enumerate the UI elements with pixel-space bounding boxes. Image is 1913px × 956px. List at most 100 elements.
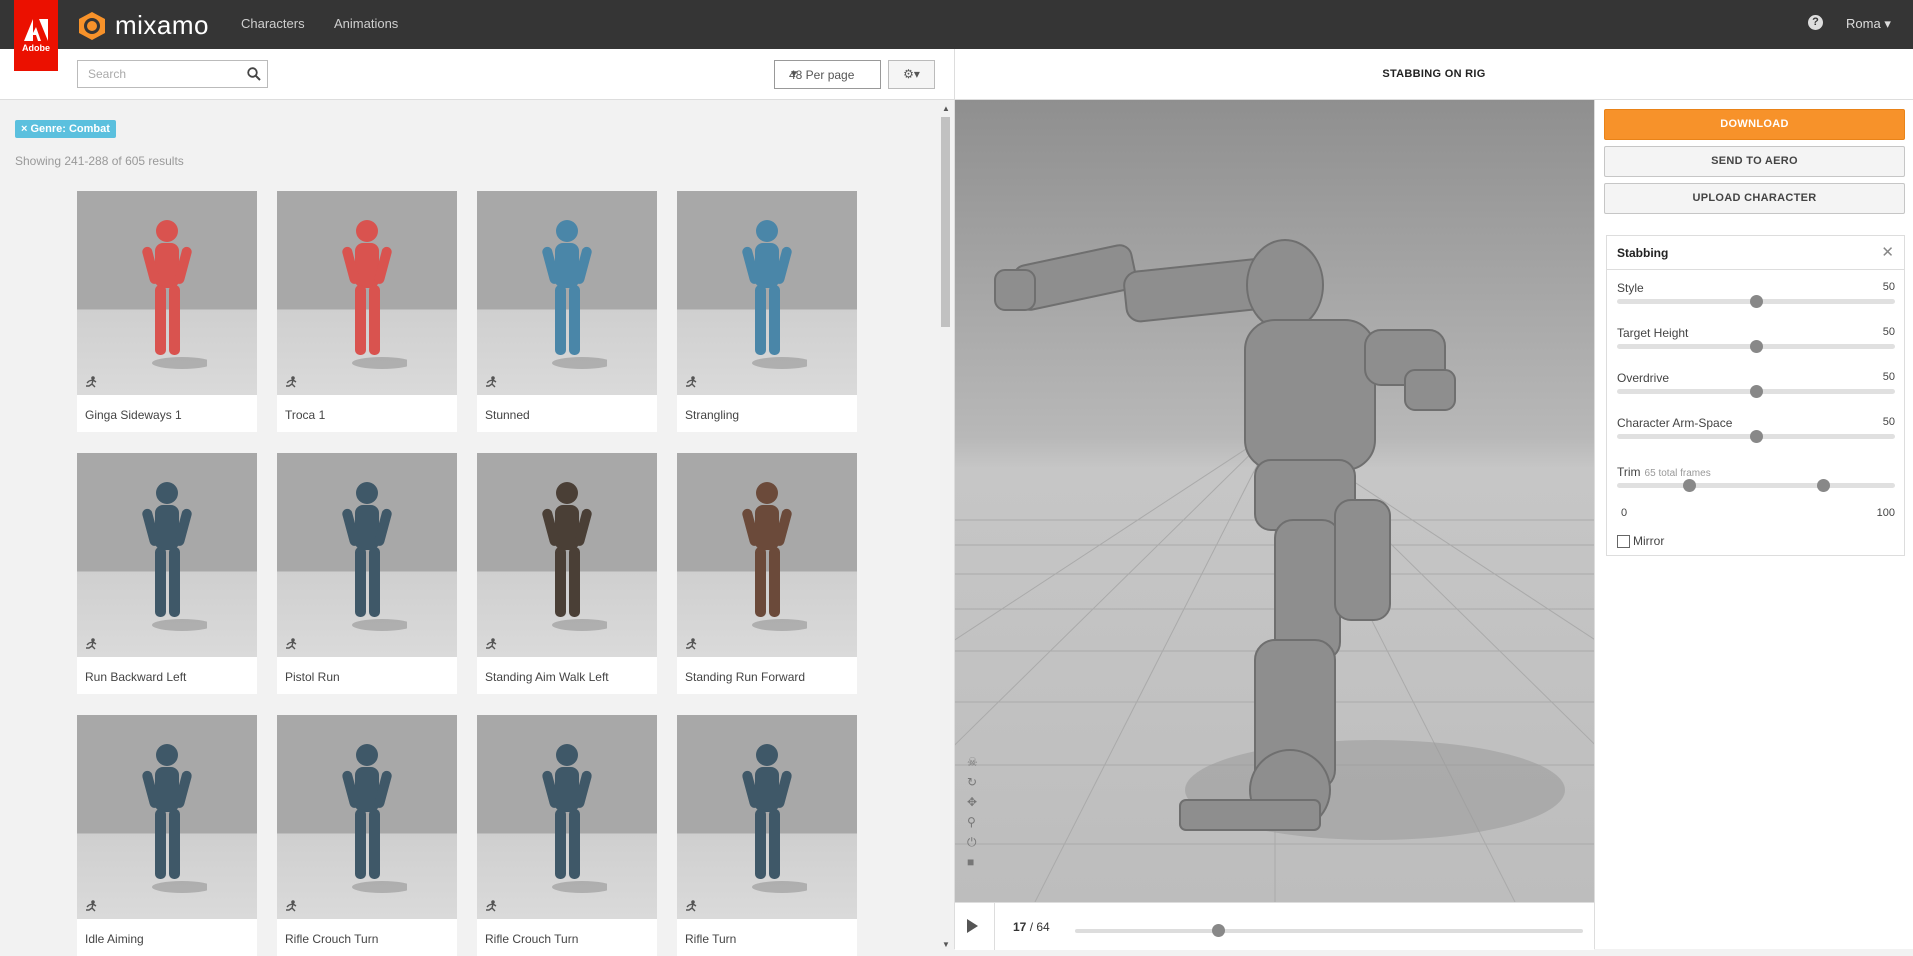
frame-total: / 64 — [1029, 920, 1050, 934]
nav-characters[interactable]: Characters — [241, 16, 305, 31]
animation-card[interactable]: Strangling — [677, 191, 857, 432]
help-icon[interactable]: ? — [1808, 15, 1823, 30]
brand[interactable]: mixamo — [77, 10, 209, 41]
animation-thumbnail[interactable] — [77, 715, 257, 919]
slider-handle[interactable] — [1750, 295, 1763, 308]
skull-icon[interactable]: ☠ — [967, 756, 978, 769]
running-man-icon — [486, 638, 497, 650]
animation-card[interactable]: Rifle Crouch Turn — [477, 715, 657, 956]
trim-end-handle[interactable] — [1816, 479, 1830, 492]
search-input[interactable] — [86, 66, 240, 82]
running-man-icon — [486, 376, 497, 388]
slider-handle[interactable] — [1750, 340, 1763, 353]
animation-name: Rifle Crouch Turn — [485, 932, 579, 946]
3d-viewport[interactable]: ☠ ↻ ✥ ⚲ ⏻ ■ — [955, 100, 1594, 902]
animation-card[interactable]: Standing Run Forward — [677, 453, 857, 694]
timeline-track[interactable] — [1075, 924, 1583, 937]
scrollbar-thumb[interactable] — [941, 117, 950, 327]
character-figure-icon — [742, 744, 807, 893]
running-man-icon — [686, 900, 697, 912]
running-man-icon — [286, 376, 297, 388]
animation-name: Rifle Turn — [685, 932, 737, 946]
params-header: Stabbing ✕ — [1607, 236, 1904, 270]
slider-handle[interactable] — [1750, 430, 1763, 443]
send-to-aero-button[interactable]: SEND TO AERO — [1604, 146, 1905, 177]
animation-thumbnail[interactable] — [477, 191, 657, 395]
checkbox-box[interactable] — [1617, 534, 1630, 548]
animation-thumbnail[interactable] — [277, 191, 457, 395]
frame-counter: 17 / 64 — [1013, 920, 1050, 934]
scroll-up-icon[interactable]: ▲ — [942, 104, 950, 113]
param-slider[interactable] — [1617, 340, 1895, 353]
animation-thumbnail[interactable] — [77, 191, 257, 395]
mirror-label: Mirror — [1633, 534, 1665, 548]
animation-thumbnail[interactable] — [277, 453, 457, 657]
playhead-handle[interactable] — [1212, 924, 1226, 937]
trim-start-handle[interactable] — [1683, 479, 1697, 492]
power-icon[interactable]: ⏻ — [967, 836, 978, 849]
animation-card[interactable]: Ginga Sideways 1 — [77, 191, 257, 432]
move-icon[interactable]: ✥ — [967, 796, 978, 809]
user-menu[interactable]: Roma ▾ — [1846, 16, 1891, 32]
param-slider[interactable] — [1617, 430, 1895, 443]
animation-name: Strangling — [685, 408, 740, 422]
animation-name: Run Backward Left — [85, 670, 187, 684]
animation-card[interactable]: Idle Aiming — [77, 715, 257, 956]
animation-card[interactable]: Rifle Turn — [677, 715, 857, 956]
animation-name: Standing Run Forward — [685, 670, 806, 684]
adobe-a-icon — [24, 18, 48, 41]
animation-thumbnail[interactable] — [677, 191, 857, 395]
param-label: Target Height — [1617, 326, 1689, 340]
running-man-icon — [686, 638, 697, 650]
reset-icon[interactable]: ↻ — [967, 776, 978, 789]
running-man-icon — [86, 638, 97, 650]
animation-card[interactable]: Standing Aim Walk Left — [477, 453, 657, 694]
animation-card[interactable]: Pistol Run — [277, 453, 457, 694]
zoom-icon[interactable]: ⚲ — [967, 816, 978, 829]
grid-scrollbar[interactable]: ▲ ▼ — [940, 103, 950, 949]
mirror-checkbox[interactable]: Mirror — [1617, 534, 1664, 548]
running-man-icon — [86, 900, 97, 912]
animation-card[interactable]: Run Backward Left — [77, 453, 257, 694]
character-figure-icon — [142, 220, 207, 369]
character-figure-icon — [342, 482, 407, 631]
close-icon[interactable]: ✕ — [1881, 243, 1894, 261]
param-label: Style — [1617, 281, 1644, 295]
play-icon[interactable] — [967, 919, 978, 933]
preview-header: STABBING ON RIG — [955, 49, 1913, 100]
animation-thumbnail[interactable] — [677, 453, 857, 657]
download-button[interactable]: DOWNLOAD — [1604, 109, 1905, 140]
animation-thumbnail[interactable] — [477, 715, 657, 919]
animation-thumbnail[interactable] — [677, 715, 857, 919]
animation-card[interactable]: Rifle Crouch Turn — [277, 715, 457, 956]
trim-min: 0 — [1621, 507, 1628, 519]
trim-slider[interactable] — [1617, 479, 1895, 492]
genre-filter-tag[interactable]: × Genre: Combat — [15, 120, 116, 138]
scroll-down-icon[interactable]: ▼ — [942, 940, 950, 949]
animation-card[interactable]: Stunned — [477, 191, 657, 432]
trim-max: 100 — [1876, 507, 1895, 519]
camera-icon[interactable]: ■ — [967, 856, 978, 869]
upload-character-button[interactable]: UPLOAD CHARACTER — [1604, 183, 1905, 214]
animation-name: Stunned — [485, 408, 530, 422]
animation-thumbnail[interactable] — [477, 453, 657, 657]
nav-animations[interactable]: Animations — [334, 16, 398, 31]
animation-thumbnail[interactable] — [77, 453, 257, 657]
search-icon[interactable] — [247, 67, 261, 81]
search-box[interactable] — [77, 60, 268, 88]
animation-name: Pistol Run — [285, 670, 340, 684]
side-panel: DOWNLOAD SEND TO AERO UPLOAD CHARACTER S… — [1594, 100, 1913, 949]
slider-handle[interactable] — [1750, 385, 1763, 398]
param-value: 50 — [1882, 371, 1895, 383]
param-slider[interactable] — [1617, 295, 1895, 308]
adobe-logo[interactable]: Adobe — [14, 0, 58, 71]
running-man-icon — [686, 376, 697, 388]
animation-thumbnail[interactable] — [277, 715, 457, 919]
running-man-icon — [86, 376, 97, 388]
param-slider[interactable] — [1617, 385, 1895, 398]
animation-card[interactable]: Troca 1 — [277, 191, 457, 432]
per-page-select[interactable]: 48 Per page ▼ — [774, 60, 881, 89]
trim-label: Trim — [1617, 465, 1641, 479]
settings-dropdown-button[interactable]: ⚙▾ — [888, 60, 935, 89]
character-figure-icon — [542, 220, 607, 369]
